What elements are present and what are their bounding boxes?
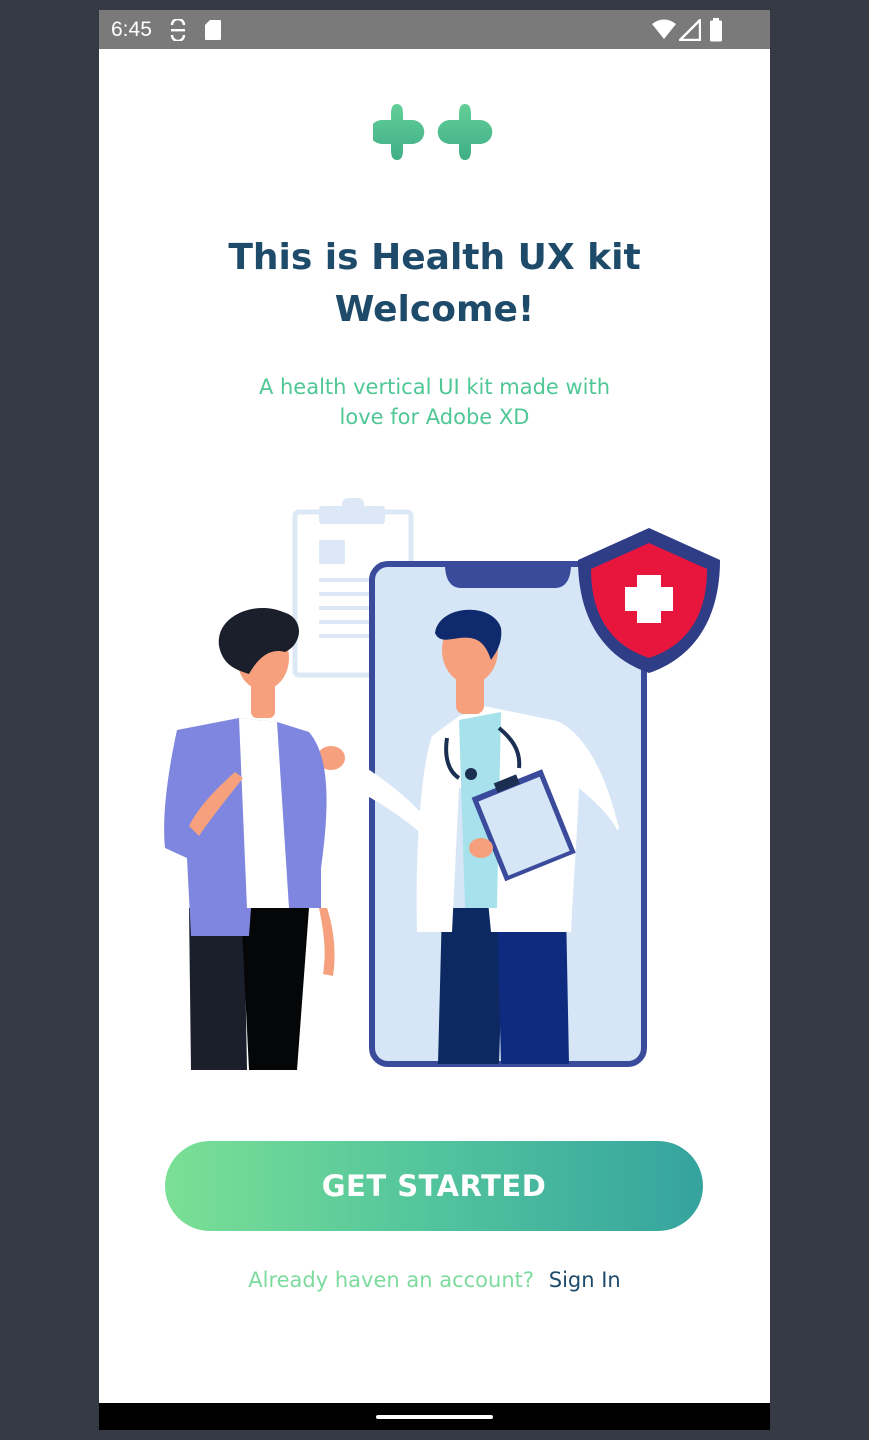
welcome-subtitle-line-1: A health vertical UI kit made with — [258, 375, 611, 399]
cellular-signal-icon — [679, 19, 701, 41]
sd-card-icon — [205, 20, 221, 40]
sync-icon — [170, 19, 186, 41]
wifi-icon — [652, 19, 676, 39]
app-screen: 6:45 This is Health UX kit Welcome! A he… — [99, 10, 770, 1430]
welcome-subtitle-line-2: love for Adobe XD — [339, 405, 530, 429]
double-medical-cross-icon — [373, 104, 493, 160]
home-gesture-handle[interactable] — [376, 1415, 493, 1419]
signin-prompt: Already haven an account? — [248, 1268, 535, 1292]
patient-doctor-telehealth-illustration — [164, 498, 720, 1070]
battery-icon — [710, 18, 722, 42]
get-started-button[interactable]: GET STARTED — [165, 1141, 703, 1231]
welcome-title-line-2: Welcome! — [334, 289, 535, 330]
sign-in-link[interactable]: Sign In — [549, 1268, 621, 1292]
navigation-bar — [99, 1403, 770, 1430]
welcome-title: This is Health UX kit Welcome! — [139, 232, 730, 336]
status-bar: 6:45 — [99, 10, 770, 49]
welcome-title-line-1: This is Health UX kit — [228, 237, 641, 278]
welcome-subtitle: A health vertical UI kit made with love … — [159, 372, 710, 432]
status-time: 6:45 — [111, 18, 152, 41]
signin-row: Already haven an account? Sign In — [99, 1265, 770, 1295]
